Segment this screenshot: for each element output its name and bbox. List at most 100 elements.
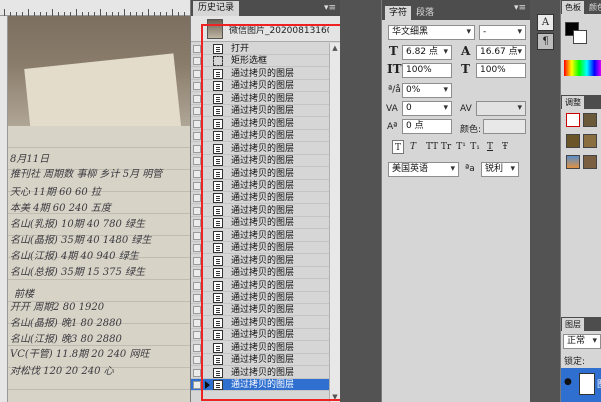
font-style-select[interactable]: -: [479, 25, 526, 40]
history-source-checkbox[interactable]: [193, 45, 201, 53]
history-source-checkbox[interactable]: [193, 132, 201, 141]
font-family-select[interactable]: 华文细黑: [388, 25, 475, 40]
tab-swatches[interactable]: 色板: [562, 1, 584, 14]
history-tab[interactable]: 历史记录: [193, 1, 240, 16]
tab-layers[interactable]: 图层: [562, 318, 584, 331]
history-item[interactable]: 通过拷贝的图层: [191, 342, 329, 354]
small-caps-button[interactable]: Tr: [440, 140, 452, 154]
history-item[interactable]: 通过拷贝的图层: [191, 118, 329, 130]
history-source-checkbox[interactable]: [193, 294, 201, 302]
leading-input[interactable]: 16.67 点: [476, 45, 526, 60]
kerning-method-select[interactable]: [476, 101, 526, 116]
vertical-scale-input[interactable]: 100%: [402, 63, 452, 78]
history-item[interactable]: 通过拷贝的图层: [191, 155, 329, 168]
history-source-checkbox[interactable]: [193, 368, 201, 377]
history-item[interactable]: 通过拷贝的图层: [191, 205, 329, 217]
color-ramp[interactable]: [564, 60, 601, 76]
tracking-select[interactable]: 0: [402, 101, 452, 116]
history-source-checkbox[interactable]: [193, 318, 201, 327]
subscript-button[interactable]: T₁: [469, 140, 481, 154]
history-item[interactable]: 通过拷贝的图层: [191, 292, 329, 304]
document-canvas[interactable]: 8月11日 推刊社 周期数 事柳 乡计 5月 明管 天心 11期 60 60 拉本美…: [0, 0, 190, 402]
history-item[interactable]: 通过拷贝的图层: [191, 304, 329, 317]
faux-italic-button[interactable]: T: [407, 140, 419, 154]
tab-color[interactable]: 颜色: [586, 1, 601, 14]
history-source-checkbox[interactable]: [193, 69, 201, 78]
history-item[interactable]: 通过拷贝的图层: [191, 267, 329, 280]
history-item[interactable]: 通过拷贝的图层: [191, 93, 329, 105]
history-item[interactable]: 通过拷贝的图层: [191, 192, 329, 205]
language-select[interactable]: 美国英语: [388, 162, 459, 177]
history-snapshot[interactable]: 微信图片_20200813160357: [191, 16, 341, 42]
history-item[interactable]: 打开: [191, 43, 329, 55]
history-source-checkbox[interactable]: [193, 94, 201, 103]
history-source-checkbox[interactable]: [193, 194, 201, 203]
history-item[interactable]: 通过拷贝的图层: [191, 242, 329, 255]
history-item[interactable]: 通过拷贝的图层: [191, 217, 329, 230]
history-source-checkbox[interactable]: [193, 331, 201, 340]
history-source-checkbox[interactable]: [193, 107, 201, 116]
history-source-checkbox[interactable]: [193, 356, 201, 365]
panel-menu-icon[interactable]: ▾≡: [514, 1, 526, 15]
history-item[interactable]: 通过拷贝的图层: [191, 329, 329, 342]
history-item[interactable]: 通过拷贝的图层: [191, 168, 329, 180]
faux-bold-button[interactable]: T: [392, 140, 404, 154]
tab-adjustments[interactable]: 调整: [562, 96, 584, 109]
eye-icon[interactable]: ●: [564, 377, 572, 387]
text-color-swatch[interactable]: [483, 119, 526, 134]
history-source-checkbox[interactable]: [193, 169, 201, 178]
history-item[interactable]: 通过拷贝的图层: [191, 354, 329, 367]
preset-swatch[interactable]: [583, 134, 597, 148]
underline-button[interactable]: T: [484, 140, 496, 154]
kerning-select[interactable]: 0%: [402, 83, 452, 98]
preset-swatch[interactable]: [583, 113, 597, 127]
history-source-checkbox[interactable]: [193, 144, 201, 153]
history-item[interactable]: 通过拷贝的图层: [191, 130, 329, 143]
scroll-up-icon[interactable]: ▲: [330, 43, 340, 53]
character-panel-icon[interactable]: A: [537, 14, 554, 31]
baseline-shift-input[interactable]: 0 点: [402, 119, 452, 134]
history-source-checkbox[interactable]: [193, 306, 201, 315]
font-size-input[interactable]: 6.82 点: [402, 45, 452, 60]
preset-swatch[interactable]: [566, 134, 580, 148]
horizontal-scale-input[interactable]: 100%: [476, 63, 526, 78]
scroll-down-icon[interactable]: ▼: [330, 392, 340, 402]
history-item[interactable]: 通过拷贝的图层: [191, 280, 329, 292]
history-scrollbar[interactable]: ▲ ▼: [329, 43, 340, 402]
history-item[interactable]: 通过拷贝的图层: [191, 105, 329, 118]
history-source-checkbox[interactable]: [193, 119, 201, 128]
tab-character[interactable]: 字符: [385, 6, 412, 20]
history-item[interactable]: 通过拷贝的图层: [191, 255, 329, 267]
history-source-checkbox[interactable]: [193, 381, 201, 390]
history-source-checkbox[interactable]: [193, 269, 201, 278]
blend-mode-select[interactable]: 正常: [563, 334, 601, 349]
history-source-checkbox[interactable]: [193, 206, 201, 215]
preset-swatch[interactable]: [583, 155, 597, 169]
history-source-checkbox[interactable]: [193, 157, 201, 166]
history-source-checkbox[interactable]: [193, 57, 201, 66]
history-item[interactable]: 通过拷贝的图层: [191, 379, 329, 392]
panel-menu-icon[interactable]: ▾≡: [324, 1, 336, 15]
history-source-checkbox[interactable]: [193, 231, 201, 240]
paragraph-panel-icon[interactable]: ¶: [537, 33, 554, 50]
history-item[interactable]: 通过拷贝的图层: [191, 230, 329, 242]
history-item[interactable]: 矩形选框: [191, 55, 329, 68]
history-source-checkbox[interactable]: [193, 82, 201, 91]
history-item[interactable]: 通过拷贝的图层: [191, 367, 329, 379]
superscript-button[interactable]: T¹: [455, 140, 467, 154]
history-item[interactable]: 通过拷贝的图层: [191, 143, 329, 155]
history-source-checkbox[interactable]: [193, 343, 201, 352]
antialias-select[interactable]: 锐利: [481, 162, 519, 177]
history-item[interactable]: 通过拷贝的图层: [191, 80, 329, 93]
tab-paragraph[interactable]: 段落: [412, 6, 438, 20]
history-source-checkbox[interactable]: [193, 219, 201, 228]
background-color-swatch[interactable]: [573, 30, 587, 44]
all-caps-button[interactable]: TT: [426, 140, 438, 154]
layer-row[interactable]: ● 图: [561, 368, 601, 402]
history-source-checkbox[interactable]: [193, 256, 201, 265]
no-color-icon[interactable]: [566, 113, 580, 127]
history-source-checkbox[interactable]: [193, 244, 201, 253]
history-item[interactable]: 通过拷贝的图层: [191, 180, 329, 192]
strikethrough-button[interactable]: Ŧ: [499, 140, 511, 154]
history-item[interactable]: 通过拷贝的图层: [191, 317, 329, 329]
